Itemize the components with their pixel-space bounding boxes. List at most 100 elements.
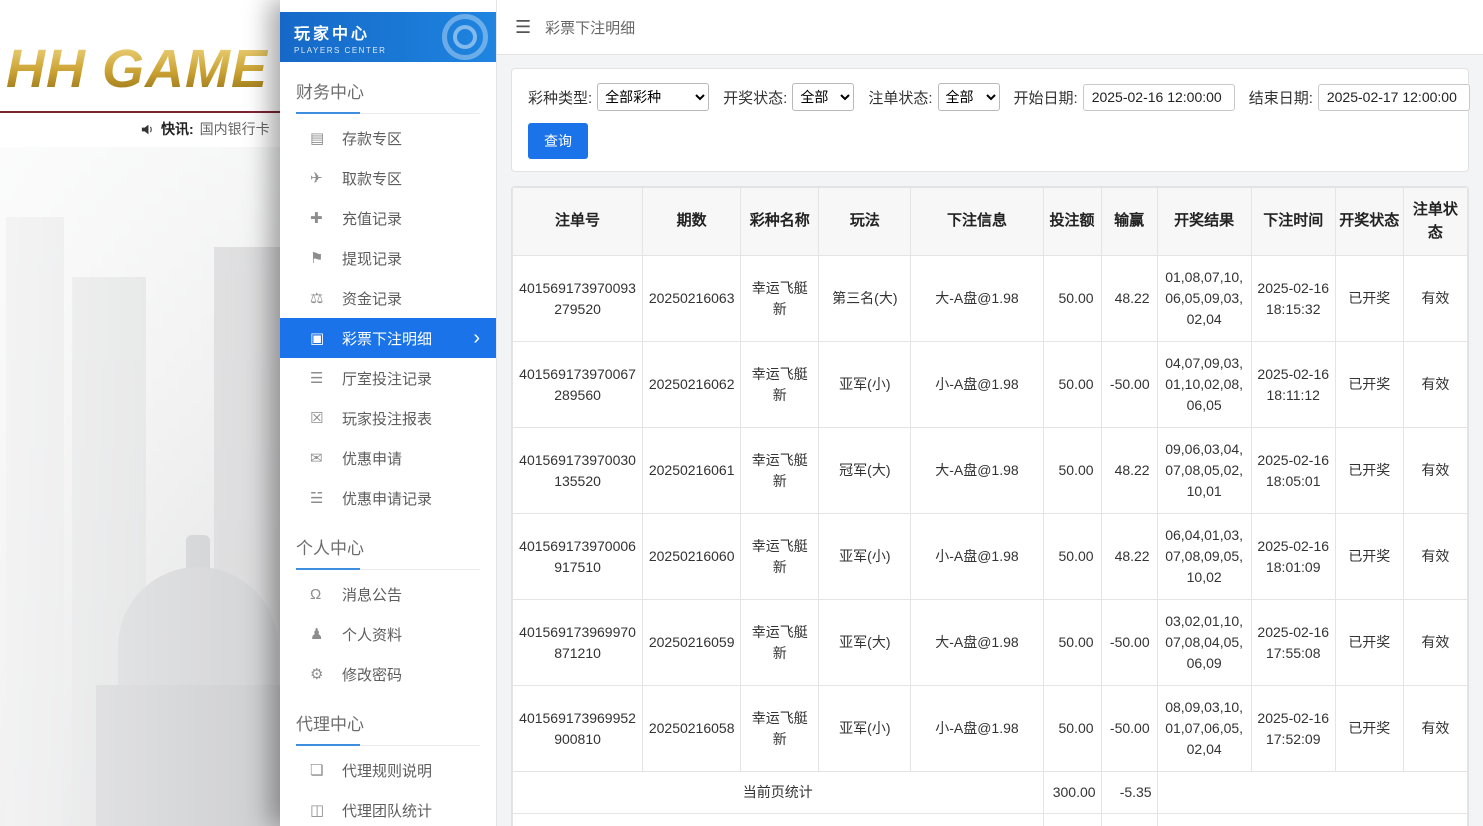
promo-apply-icon: ✉ [310, 449, 342, 467]
sidebar-item-profile[interactable]: ♟个人资料 [280, 614, 496, 654]
bets-table: 注单号期数彩种名称玩法下注信息投注额输赢开奖结果下注时间开奖状态注单状态 401… [512, 187, 1468, 826]
hall-bet-records-icon: ☰ [310, 369, 342, 387]
table-row: 40156917396997087121020250216059幸运飞艇新亚军(… [513, 600, 1468, 686]
summary-win-loss: -5.35 [1101, 772, 1157, 814]
sidebar-item-hall-bet-records[interactable]: ☰厅室投注记录 [280, 358, 496, 398]
cell-bet_info: 大-A盘@1.98 [911, 256, 1043, 342]
sidebar-item-announcements[interactable]: Ω消息公告 [280, 574, 496, 614]
cell-result: 03,02,01,10,07,08,04,05,06,09 [1157, 600, 1251, 686]
sidebar-item-player-bet-report[interactable]: ☒玩家投注报表 [280, 398, 496, 438]
draw-status-select[interactable]: 全部 [792, 83, 854, 111]
announcements-icon: Ω [310, 586, 342, 603]
filter-row: 彩种类型: 全部彩种 开奖状态: 全部 注单状态: [528, 83, 1452, 111]
sidebar-section-title: 财务中心 [296, 78, 480, 114]
sidebar-item-agent-rules[interactable]: ❏代理规则说明 [280, 750, 496, 790]
cell-draw_status: 已开奖 [1335, 686, 1403, 772]
column-header: 注单号 [513, 188, 643, 256]
cell-draw_status: 已开奖 [1335, 428, 1403, 514]
cell-bet_info: 大-A盘@1.98 [911, 428, 1043, 514]
cell-amount: 50.00 [1043, 686, 1101, 772]
table-row: 40156917396995290081020250216058幸运飞艇新亚军(… [513, 686, 1468, 772]
cell-win_loss: 48.22 [1101, 256, 1157, 342]
table-row: 40156917397006728956020250216062幸运飞艇新亚军(… [513, 342, 1468, 428]
cell-order_no: 401569173970093279520 [513, 256, 643, 342]
menu-toggle-icon[interactable]: ☰ [515, 17, 531, 38]
sidebar-item-funds-records[interactable]: ⚖资金记录 [280, 278, 496, 318]
summary-empty [1157, 772, 1467, 814]
sidebar-item-promo-apply[interactable]: ✉优惠申请 [280, 438, 496, 478]
sidebar-item-deposit-zone[interactable]: ▤存款专区 [280, 118, 496, 158]
summary-amount: 300.00 [1043, 772, 1101, 814]
cell-play: 冠军(大) [819, 428, 911, 514]
start-date-input[interactable] [1083, 84, 1235, 111]
sidebar-header: 玩家中心 PLAYERS CENTER [280, 12, 496, 62]
cell-order_no: 401569173970067289560 [513, 342, 643, 428]
cell-order_status: 有效 [1403, 686, 1467, 772]
cell-lottery: 幸运飞艇新 [741, 686, 819, 772]
sidebar-item-label: 个人资料 [342, 624, 402, 645]
speaker-icon [140, 122, 155, 137]
ticker-text: 国内银行卡 [200, 119, 270, 139]
summary-row: 总统计300.00-5.35 [513, 814, 1468, 826]
cell-lottery: 幸运飞艇新 [741, 256, 819, 342]
sidebar-item-withdraw-zone[interactable]: ✈取款专区 [280, 158, 496, 198]
summary-empty [1157, 814, 1467, 826]
lottery-type-select[interactable]: 全部彩种 [597, 83, 709, 111]
cell-bet_info: 小-A盘@1.98 [911, 686, 1043, 772]
summary-label: 当前页统计 [513, 772, 1044, 814]
sidebar-item-promo-apply-records[interactable]: ☱优惠申请记录 [280, 478, 496, 518]
change-password-icon: ⚙ [310, 665, 342, 683]
sidebar-item-label: 代理规则说明 [342, 760, 432, 781]
decor-circles-icon [442, 14, 488, 60]
cell-lottery: 幸运飞艇新 [741, 600, 819, 686]
cell-bet_time: 2025-02-16 18:11:12 [1251, 342, 1335, 428]
end-date-input[interactable] [1318, 84, 1470, 111]
sidebar-item-label: 优惠申请记录 [342, 488, 432, 509]
summary-amount: 300.00 [1043, 814, 1101, 826]
deposit-zone-icon: ▤ [310, 129, 342, 147]
cell-bet_info: 小-A盘@1.98 [911, 342, 1043, 428]
cell-win_loss: -50.00 [1101, 600, 1157, 686]
player-bet-report-icon: ☒ [310, 409, 342, 427]
cell-bet_info: 大-A盘@1.98 [911, 600, 1043, 686]
cell-order_status: 有效 [1403, 256, 1467, 342]
sidebar-item-label: 修改密码 [342, 664, 402, 685]
cell-draw_status: 已开奖 [1335, 256, 1403, 342]
sidebar-item-lottery-bet-details[interactable]: ▣彩票下注明细› [280, 318, 496, 358]
sidebar-item-label: 代理团队统计 [342, 800, 432, 821]
cell-play: 亚军(大) [819, 600, 911, 686]
column-header: 下注时间 [1251, 188, 1335, 256]
cell-draw_status: 已开奖 [1335, 600, 1403, 686]
cell-amount: 50.00 [1043, 342, 1101, 428]
cell-play: 亚军(小) [819, 686, 911, 772]
sidebar-item-withdrawal-records[interactable]: ⚑提现记录 [280, 238, 496, 278]
search-button[interactable]: 查询 [528, 123, 588, 159]
column-header: 下注信息 [911, 188, 1043, 256]
cell-result: 08,09,03,10,01,07,06,05,02,04 [1157, 686, 1251, 772]
agent-team-stats-icon: ◫ [310, 801, 342, 819]
cell-amount: 50.00 [1043, 256, 1101, 342]
sidebar-item-label: 厅室投注记录 [342, 368, 432, 389]
cell-order_status: 有效 [1403, 342, 1467, 428]
sidebar-item-recharge-records[interactable]: ✚充值记录 [280, 198, 496, 238]
cell-bet_time: 2025-02-16 17:55:08 [1251, 600, 1335, 686]
bets-table-card: 注单号期数彩种名称玩法下注信息投注额输赢开奖结果下注时间开奖状态注单状态 401… [511, 186, 1469, 826]
column-header: 玩法 [819, 188, 911, 256]
promo-apply-records-icon: ☱ [310, 489, 342, 507]
cell-lottery: 幸运飞艇新 [741, 514, 819, 600]
table-row: 40156917397000691751020250216060幸运飞艇新亚军(… [513, 514, 1468, 600]
order-status-select[interactable]: 全部 [938, 83, 1000, 111]
profile-icon: ♟ [310, 625, 342, 643]
cell-bet_time: 2025-02-16 17:52:09 [1251, 686, 1335, 772]
cell-win_loss: -50.00 [1101, 342, 1157, 428]
content-area: 彩种类型: 全部彩种 开奖状态: 全部 注单状态: [497, 55, 1483, 826]
sidebar-item-label: 取款专区 [342, 168, 402, 189]
sidebar-item-agent-team-stats[interactable]: ◫代理团队统计 [280, 790, 496, 826]
cell-win_loss: 48.22 [1101, 514, 1157, 600]
draw-status-label: 开奖状态: [723, 87, 787, 108]
table-row: 40156917397009327952020250216063幸运飞艇新第三名… [513, 256, 1468, 342]
sidebar-item-change-password[interactable]: ⚙修改密码 [280, 654, 496, 694]
draw-status-group: 开奖状态: 全部 [723, 83, 854, 111]
withdrawal-records-icon: ⚑ [310, 249, 342, 267]
start-date-group: 开始日期: [1014, 84, 1235, 111]
